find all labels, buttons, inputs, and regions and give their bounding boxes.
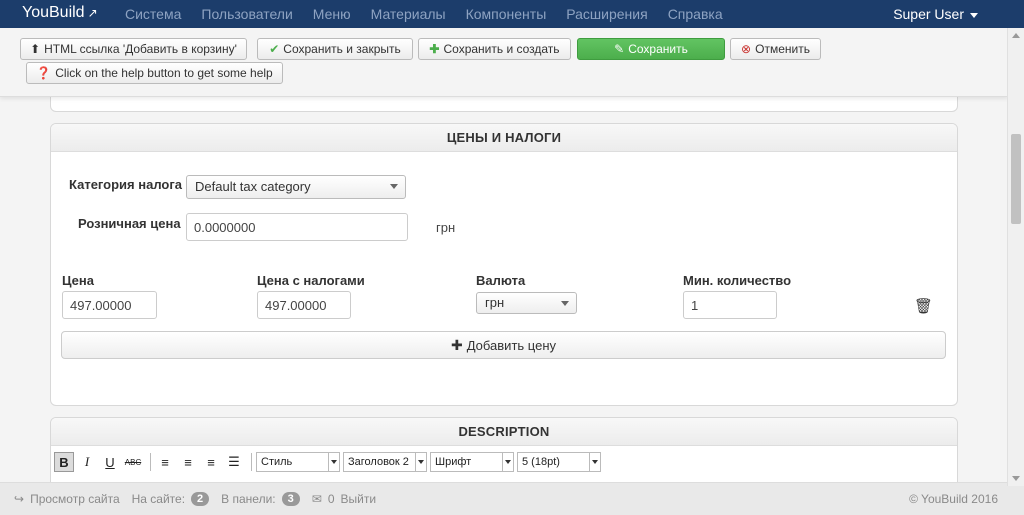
check-icon: ✔ — [269, 42, 280, 56]
status-footer: ↪ Просмотр сайта На сайте: 2 В панели: 3… — [0, 482, 1024, 515]
menu-item-extensions[interactable]: Расширения — [556, 0, 657, 28]
menu-item-components[interactable]: Компоненты — [456, 0, 557, 28]
cancel-circle-icon: ⊗ — [741, 42, 752, 56]
question-circle-icon: ❓ — [36, 66, 52, 80]
font-size-select-value: 5 (18pt) — [522, 456, 560, 468]
save-new-button[interactable]: ✚ Сохранить и создать — [418, 38, 571, 60]
retail-price-input[interactable]: 0.0000000 — [186, 213, 408, 241]
help-label: Click on the help button to get some hel… — [55, 66, 273, 80]
min-quantity-label: Мин. количество — [683, 273, 792, 288]
save-close-label: Сохранить и закрыть — [283, 42, 401, 56]
price-label: Цена — [62, 273, 94, 288]
retail-price-unit: грн — [436, 220, 456, 235]
in-panel-count-badge: 3 — [281, 492, 300, 506]
italic-icon[interactable]: I — [77, 452, 97, 472]
chevron-down-icon — [561, 301, 569, 306]
trash-icon[interactable]: 🗑 — [914, 297, 933, 315]
underline-icon[interactable]: U — [100, 452, 120, 472]
user-menu[interactable]: Super User — [893, 0, 978, 28]
toolbar-separator — [150, 453, 151, 471]
caret-down-icon — [970, 12, 978, 18]
tax-category-label: Категория налога — [69, 177, 182, 192]
description-panel: DESCRIPTION B I U ABC ≡ ≡ ≡ ☰ Стиль Заго… — [50, 417, 958, 482]
chevron-down-icon — [589, 453, 600, 471]
chevron-down-icon — [502, 453, 513, 471]
editor-toolbar: B I U ABC ≡ ≡ ≡ ☰ Стиль Заголовок 2 Шриф… — [54, 450, 604, 474]
font-select-value: Шрифт — [435, 456, 472, 468]
save-new-label: Сохранить и создать — [443, 42, 560, 56]
envelope-icon[interactable]: ✉ — [312, 492, 322, 506]
action-toolbar: ⬆ HTML ссылка 'Добавить в корзину' ✔ Сохра… — [0, 28, 1008, 97]
user-name: Super User — [893, 6, 964, 22]
menu-item-menus[interactable]: Меню — [303, 0, 361, 28]
brand[interactable]: YouBuild ↗ — [22, 4, 98, 22]
font-size-select[interactable]: 5 (18pt) — [517, 452, 601, 472]
brand-name: YouBuild — [22, 4, 85, 21]
plus-icon: ✚ — [450, 336, 463, 353]
price-input[interactable]: 497.00000 — [62, 291, 157, 319]
strikethrough-icon[interactable]: ABC — [123, 452, 143, 472]
in-panel-label: В панели: — [221, 492, 276, 506]
menu-item-content[interactable]: Материалы — [361, 0, 456, 28]
share-icon: ↪ — [14, 492, 25, 506]
save-close-button[interactable]: ✔ Сохранить и закрыть — [257, 38, 413, 60]
scroll-thumb[interactable] — [1011, 134, 1021, 224]
currency-label: Валюта — [476, 273, 526, 288]
min-quantity-input[interactable]: 1 — [683, 291, 777, 319]
html-link-button[interactable]: ⬆ HTML ссылка 'Добавить в корзину' — [20, 38, 247, 60]
html-link-label: HTML ссылка 'Добавить в корзину' — [44, 42, 237, 56]
tax-category-value: Default tax category — [195, 179, 311, 194]
toolbar-separator — [251, 453, 252, 471]
main-menu: Система Пользователи Меню Материалы Комп… — [115, 0, 733, 28]
save-button[interactable]: ✎ Сохранить — [577, 38, 725, 60]
help-button[interactable]: ❓ Click on the help button to get some he… — [26, 62, 283, 84]
style-select[interactable]: Стиль — [256, 452, 340, 472]
on-site-label: На сайте: — [131, 492, 186, 506]
view-site-link[interactable]: Просмотр сайта — [30, 492, 120, 506]
logout-link[interactable]: Выйти — [341, 492, 377, 506]
prices-taxes-panel: ЦЕНЫ И НАЛОГИ Категория налога Default t… — [50, 123, 958, 406]
add-price-button[interactable]: ✚ Добавить цену — [61, 331, 946, 359]
align-left-icon[interactable]: ≡ — [155, 452, 175, 472]
previous-panel — [50, 96, 958, 112]
main-content: ЦЕНЫ И НАЛОГИ Категория налога Default t… — [0, 96, 1008, 482]
on-site-count-badge: 2 — [191, 492, 210, 506]
scroll-down-icon[interactable] — [1012, 476, 1020, 481]
font-select[interactable]: Шрифт — [430, 452, 514, 472]
chevron-down-icon — [328, 453, 339, 471]
bold-icon[interactable]: B — [54, 452, 74, 472]
chevron-down-icon — [390, 184, 398, 189]
upload-icon: ⬆ — [30, 42, 41, 56]
tax-category-select[interactable]: Default tax category — [186, 175, 406, 199]
currency-value: грн — [485, 295, 505, 310]
add-price-label: Добавить цену — [466, 337, 556, 353]
top-navbar: YouBuild ↗ Система Пользователи Меню Мате… — [0, 0, 1024, 28]
chevron-down-icon — [415, 453, 426, 471]
price-with-tax-input[interactable]: 497.00000 — [257, 291, 351, 319]
currency-select[interactable]: грн — [476, 292, 577, 314]
copyright: © YouBuild 2016 — [909, 492, 998, 506]
align-justify-icon[interactable]: ☰ — [224, 452, 244, 472]
style-select-value: Стиль — [261, 456, 293, 468]
edit-icon: ✎ — [614, 42, 625, 56]
prices-panel-title: ЦЕНЫ И НАЛОГИ — [51, 124, 957, 152]
page-scrollbar[interactable] — [1007, 28, 1024, 486]
retail-price-label: Розничная цена — [78, 216, 181, 231]
menu-item-help[interactable]: Справка — [658, 0, 733, 28]
align-right-icon[interactable]: ≡ — [201, 452, 221, 472]
menu-item-system[interactable]: Система — [115, 0, 191, 28]
menu-item-users[interactable]: Пользователи — [191, 0, 302, 28]
heading-select[interactable]: Заголовок 2 — [343, 452, 427, 472]
price-with-tax-label: Цена с налогами — [257, 273, 365, 288]
plus-icon: ✚ — [429, 42, 440, 56]
heading-select-value: Заголовок 2 — [348, 456, 409, 468]
save-label: Сохранить — [628, 42, 688, 56]
align-center-icon[interactable]: ≡ — [178, 452, 198, 472]
messages-count[interactable]: 0 — [328, 492, 335, 506]
cancel-button[interactable]: ⊗ Отменить — [730, 38, 821, 60]
description-panel-title: DESCRIPTION — [51, 418, 957, 446]
external-link-icon: ↗ — [87, 6, 98, 20]
cancel-label: Отменить — [755, 42, 810, 56]
scroll-up-icon[interactable] — [1012, 33, 1020, 38]
